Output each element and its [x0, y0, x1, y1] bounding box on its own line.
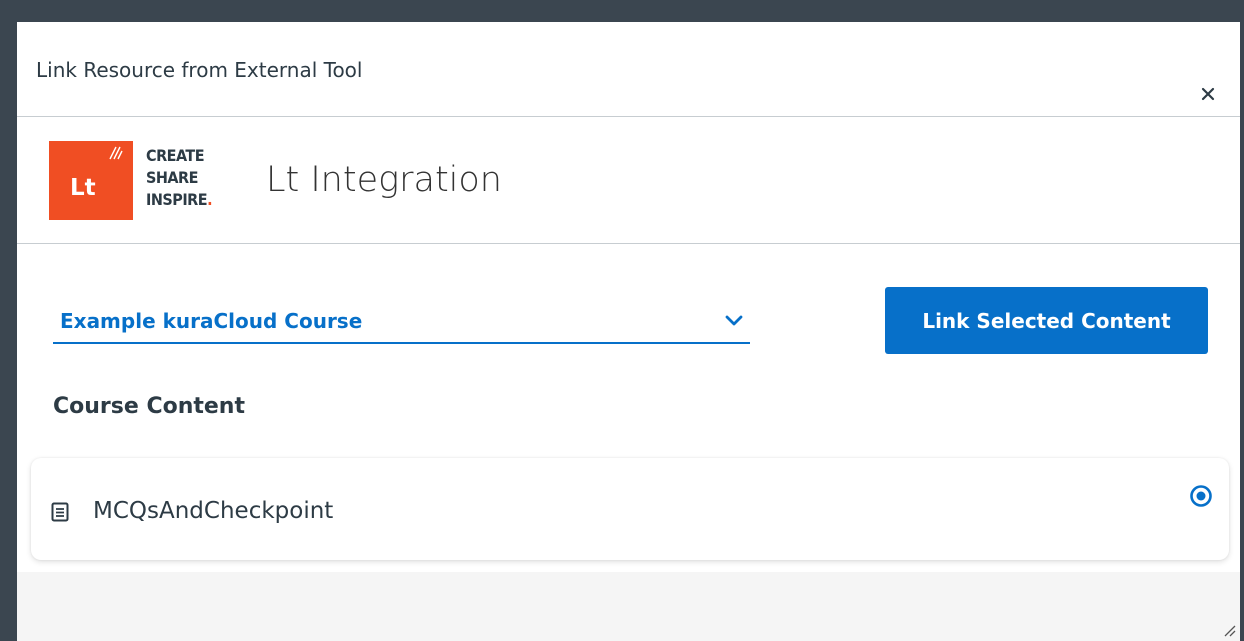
link-resource-dialog: Link Resource from External Tool Lt CREA…: [17, 22, 1240, 641]
course-select-value: Example kuraCloud Course: [60, 309, 363, 333]
dialog-header: Link Resource from External Tool: [17, 22, 1240, 117]
logo-mark-icon: [109, 146, 123, 160]
selected-radio[interactable]: [1189, 484, 1213, 508]
content-item[interactable]: MCQsAndCheckpoint: [31, 458, 1229, 560]
document-icon: [51, 502, 69, 522]
lt-logo: Lt: [49, 141, 133, 220]
course-content-heading: Course Content: [53, 394, 245, 419]
chevron-down-icon: [725, 315, 743, 326]
dialog-footer: [17, 572, 1240, 641]
tagline-share: SHARE: [146, 168, 198, 187]
tagline-inspire: INSPIRE.: [146, 190, 213, 209]
course-select[interactable]: Example kuraCloud Course: [53, 290, 750, 344]
dialog-title: Link Resource from External Tool: [36, 58, 363, 82]
close-icon[interactable]: [1200, 86, 1222, 108]
content-item-label: MCQsAndCheckpoint: [93, 498, 334, 524]
logo-text: Lt: [70, 175, 96, 201]
link-selected-content-button[interactable]: Link Selected Content: [885, 287, 1208, 354]
tagline-create: CREATE: [146, 146, 205, 165]
tool-name: Lt Integration: [266, 160, 502, 200]
logo-tagline: CREATE SHARE INSPIRE.: [146, 145, 213, 211]
resize-handle-icon[interactable]: [1222, 623, 1236, 637]
tool-header: Lt CREATE SHARE INSPIRE. Lt Integration: [17, 117, 1240, 244]
